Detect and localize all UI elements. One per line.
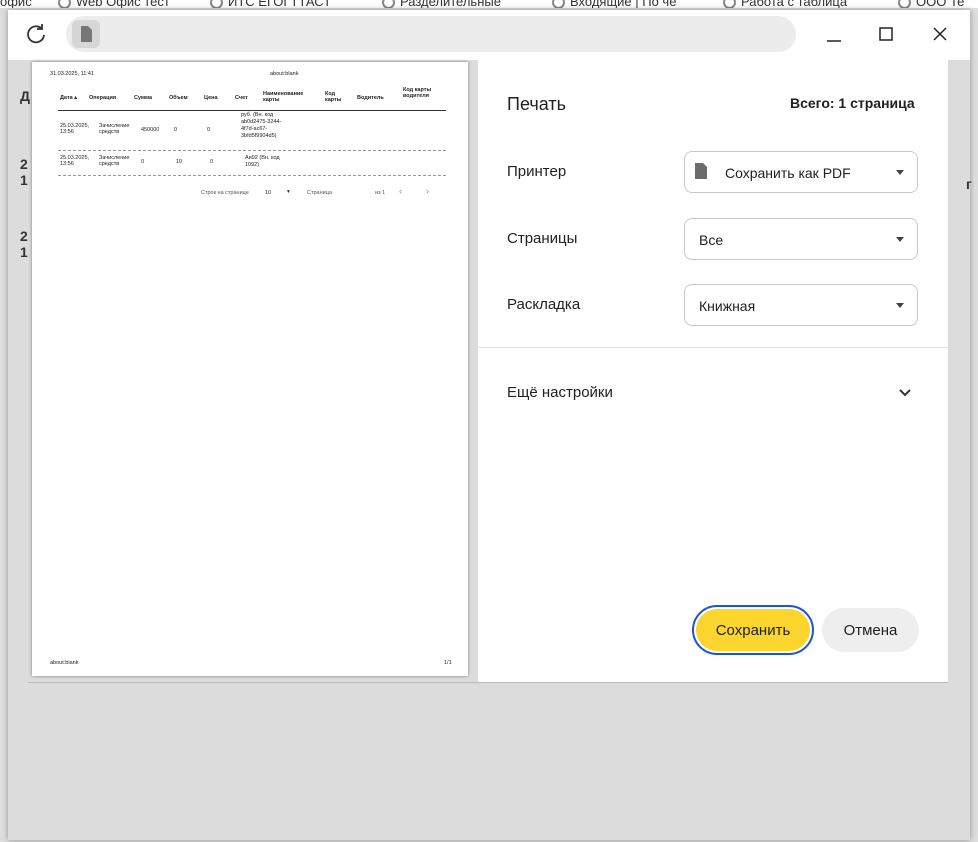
globe-icon <box>723 0 736 8</box>
bookmark-item[interactable]: ИТС ЕГОГТТАСТ <box>210 0 331 8</box>
chevron-down-icon: ▾ <box>287 189 290 195</box>
chevron-left-icon: ‹ <box>399 186 402 196</box>
chevron-down-icon[interactable] <box>896 384 914 402</box>
close-icon[interactable] <box>928 22 952 46</box>
dropdown-arrow-icon <box>896 237 904 242</box>
cell-operation: Зачисление средств <box>99 155 130 167</box>
cell-volume: 0 <box>174 127 178 133</box>
document-icon <box>694 162 708 185</box>
background-text: Д <box>20 88 30 104</box>
pages-value: Все <box>699 232 724 248</box>
preview-footer-page: 1/1 <box>444 660 452 666</box>
printer-select[interactable]: Сохранить как PDF <box>684 151 918 193</box>
cell-sum: 450000 <box>141 127 160 133</box>
minimize-icon[interactable] <box>822 22 846 46</box>
preview-footer-url: about:blank <box>50 660 79 666</box>
background-text: 2 <box>20 228 28 244</box>
background-text: 2 <box>20 156 28 172</box>
bookmark-item[interactable]: Разделительные <box>382 0 501 8</box>
globe-icon <box>898 0 911 8</box>
rows-per-page-label: Строк на странице <box>201 190 249 196</box>
save-button[interactable]: Сохранить <box>692 605 814 655</box>
globe-icon <box>210 0 223 8</box>
cell-account: Аи92 (Вн. код 1092) <box>245 155 280 168</box>
bookmark-item[interactable]: Работа с таблица <box>723 0 847 8</box>
preview-header-url: about:blank <box>270 71 299 77</box>
cell-price: 0 <box>207 127 211 133</box>
cell-sum: 0 <box>141 159 145 165</box>
column-header: Операция <box>89 95 117 101</box>
cell-volume: 10 <box>176 159 183 165</box>
printer-label: Принтер <box>507 163 567 180</box>
layout-select[interactable]: Книжная <box>684 284 918 326</box>
dropdown-arrow-icon <box>896 303 904 308</box>
background-text: 1 <box>20 244 28 260</box>
column-header: Счет <box>235 95 248 101</box>
cell-price: 0 <box>210 159 214 165</box>
chevron-right-icon: › <box>426 186 429 196</box>
globe-icon <box>58 0 71 8</box>
address-bar[interactable] <box>66 16 796 52</box>
column-header: Код карты водителя <box>403 87 432 99</box>
column-header: Наименование карты <box>263 91 304 103</box>
dialog-bottom-border <box>28 682 948 683</box>
column-header: Цена <box>204 95 218 101</box>
reload-icon[interactable] <box>22 20 50 48</box>
column-header: Код карты <box>325 91 342 103</box>
pages-select[interactable]: Все <box>684 218 918 260</box>
total-pages: Всего: 1 страница <box>790 95 915 111</box>
page-of-label: из 1 <box>375 190 386 196</box>
column-header: Сумма <box>134 95 153 101</box>
mail-icon <box>552 0 565 8</box>
cell-date: 25.03.2025, 13:56 <box>60 123 90 135</box>
cancel-button[interactable]: Отмена <box>822 608 919 652</box>
globe-icon <box>382 0 395 8</box>
page-label: Страница <box>307 190 332 196</box>
preview-header-date: 31.03.2025, 11:41 <box>50 71 94 77</box>
more-settings-toggle[interactable]: Ещё настройки <box>507 384 613 401</box>
cell-operation: Зачисление средств <box>99 123 130 135</box>
column-header: Объем <box>169 95 188 101</box>
divider <box>478 347 948 348</box>
dropdown-arrow-icon <box>896 170 904 175</box>
bookmark-item[interactable]: ООО Те <box>898 0 964 8</box>
printer-value: Сохранить как PDF <box>725 165 851 181</box>
cell-account: руб. (Вн. код ab0d2475-3244-4f7d-ac67-3b… <box>241 112 282 139</box>
column-header: Водитель <box>357 95 384 101</box>
maximize-icon[interactable] <box>874 22 898 46</box>
bookmark-item[interactable]: офис <box>0 0 32 8</box>
rows-per-page-value: 10 <box>265 190 272 196</box>
pages-label: Страницы <box>507 230 578 247</box>
bookmark-item[interactable]: Входящие | По че <box>552 0 676 8</box>
column-header: Дата ▴ <box>60 95 78 101</box>
bookmark-item[interactable]: Web Офис тест <box>58 0 170 8</box>
layout-value: Книжная <box>699 298 756 314</box>
cell-date: 25.03.2025, 13:56 <box>60 155 90 167</box>
background-text: 1 <box>20 172 28 188</box>
layout-label: Раскладка <box>507 296 581 313</box>
document-icon <box>72 20 100 48</box>
page-title: Печать <box>507 94 566 114</box>
background-text: г <box>966 176 972 192</box>
print-preview-page: 31.03.2025, 11:41 about:blank Дата ▴ Опе… <box>32 62 468 676</box>
bookmarks-bar: офис Web Офис тест ИТС ЕГОГТТАСТ Раздели… <box>0 0 978 8</box>
